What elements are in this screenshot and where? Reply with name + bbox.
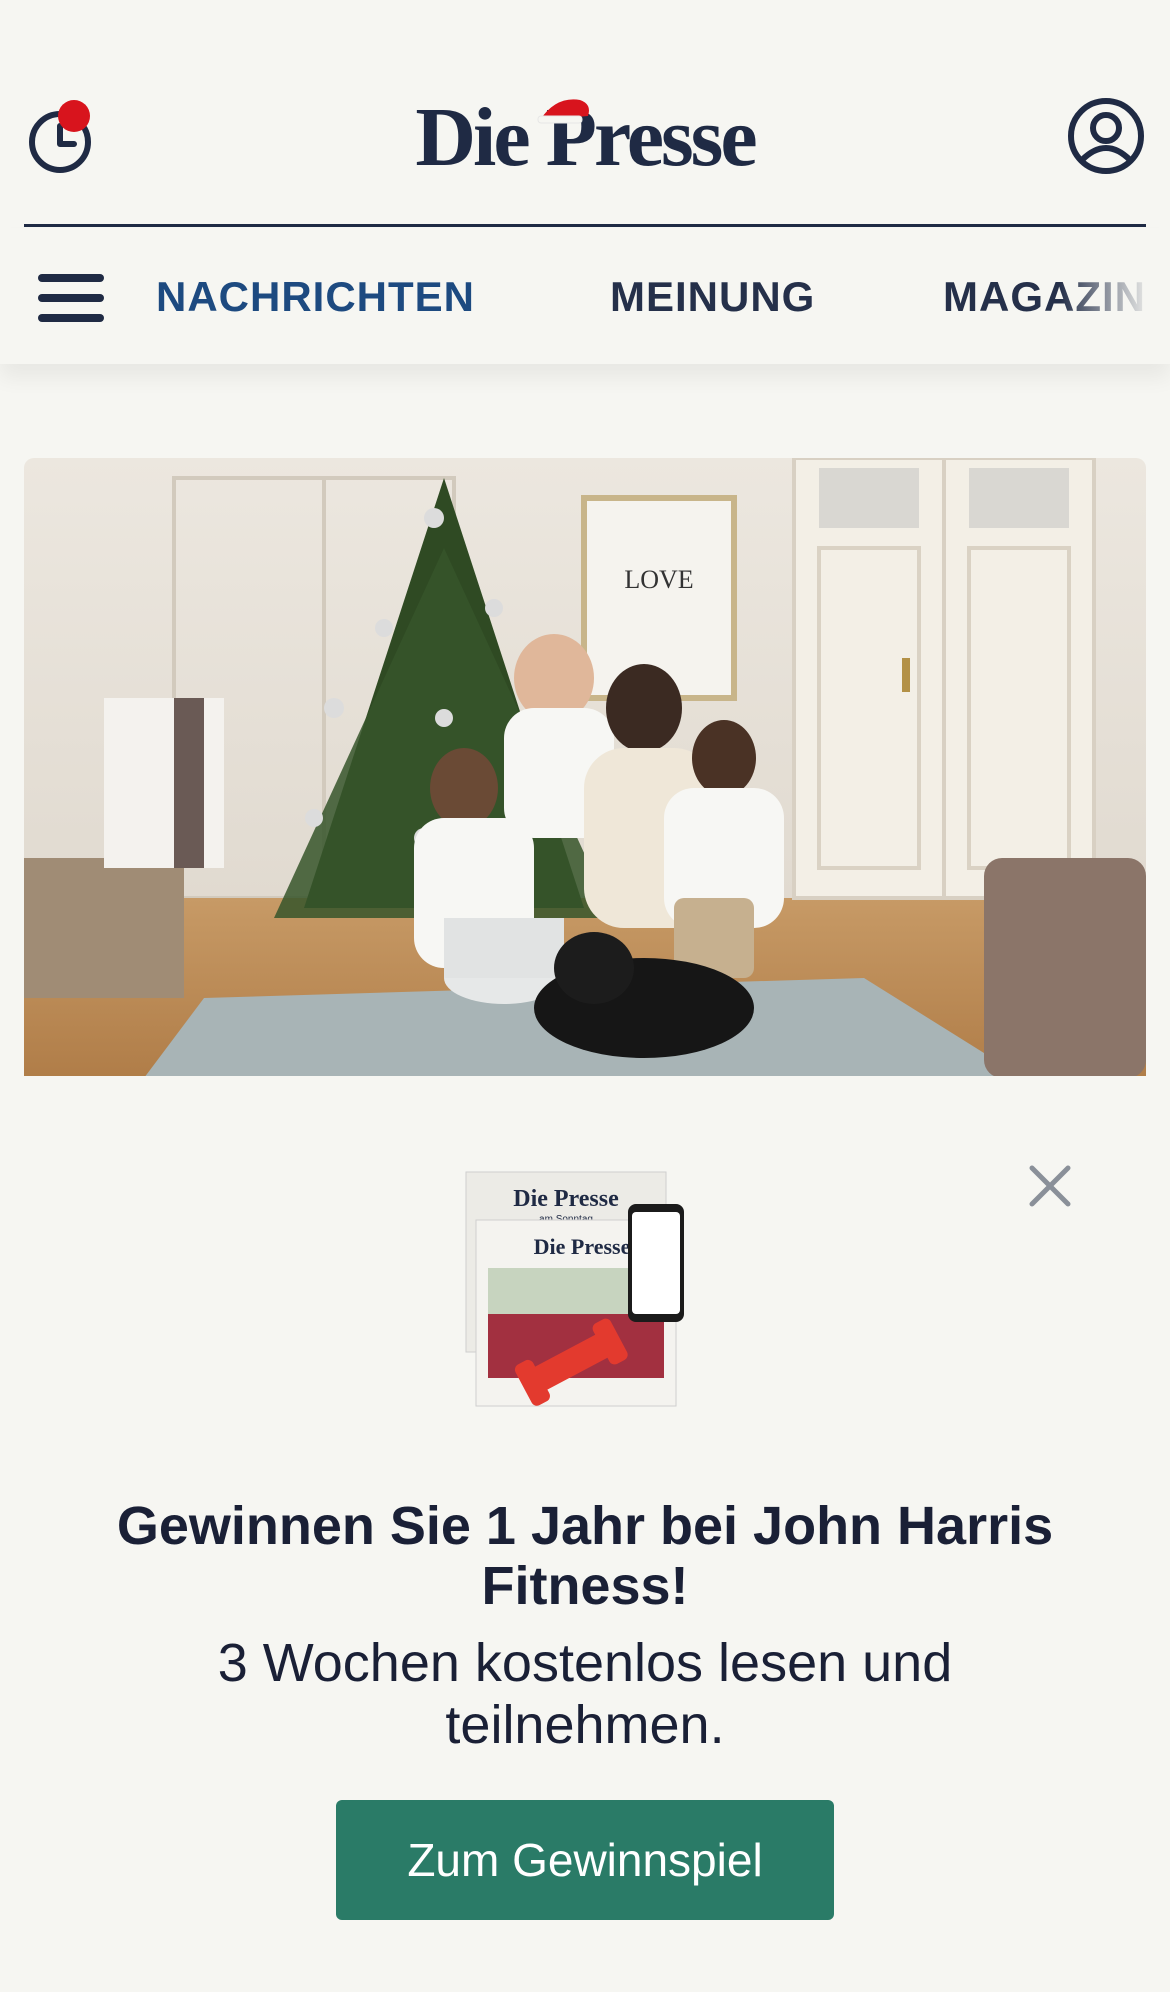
account-button[interactable] bbox=[1066, 96, 1146, 176]
daily-paper-title: Die Presse bbox=[534, 1234, 631, 1259]
promo-title: Gewinnen Sie 1 Jahr bei John Harris Fitn… bbox=[116, 1496, 1054, 1616]
notification-dot bbox=[58, 100, 90, 132]
close-icon bbox=[1029, 1165, 1071, 1207]
contest-button[interactable]: Zum Gewinnspiel bbox=[336, 1800, 834, 1920]
site-logo[interactable]: Die Presse bbox=[410, 90, 760, 185]
nav-item-meinung[interactable]: MEINUNG bbox=[610, 272, 815, 322]
header-divider bbox=[24, 224, 1146, 227]
section-nav: NACHRICHTEN MEINUNG MAGAZIN bbox=[0, 228, 1170, 364]
nav-scroll-fade bbox=[1060, 228, 1170, 364]
family-christmas-photo: LOVE bbox=[24, 458, 1146, 1078]
close-button[interactable] bbox=[1024, 1160, 1076, 1212]
svg-text:LOVE: LOVE bbox=[624, 565, 693, 594]
santa-hat-icon bbox=[537, 99, 589, 124]
site-header: Die Presse bbox=[0, 0, 1170, 230]
sunday-paper-title: Die Presse bbox=[513, 1186, 619, 1212]
user-icon bbox=[1068, 98, 1144, 174]
hamburger-icon bbox=[38, 274, 104, 322]
newspaper-bundle-image: Die Presse am Sonntag Die Presse bbox=[465, 1171, 684, 1407]
nav-item-nachrichten[interactable]: NACHRICHTEN bbox=[156, 272, 475, 322]
menu-button[interactable] bbox=[38, 268, 108, 328]
subscription-promo: Die Presse am Sonntag Die Presse Gewinne… bbox=[0, 1076, 1170, 1992]
promo-subtitle: 3 Wochen kostenlos lesen und teilnehmen. bbox=[217, 1633, 953, 1755]
article-hero-image[interactable]: LOVE bbox=[24, 458, 1146, 1078]
